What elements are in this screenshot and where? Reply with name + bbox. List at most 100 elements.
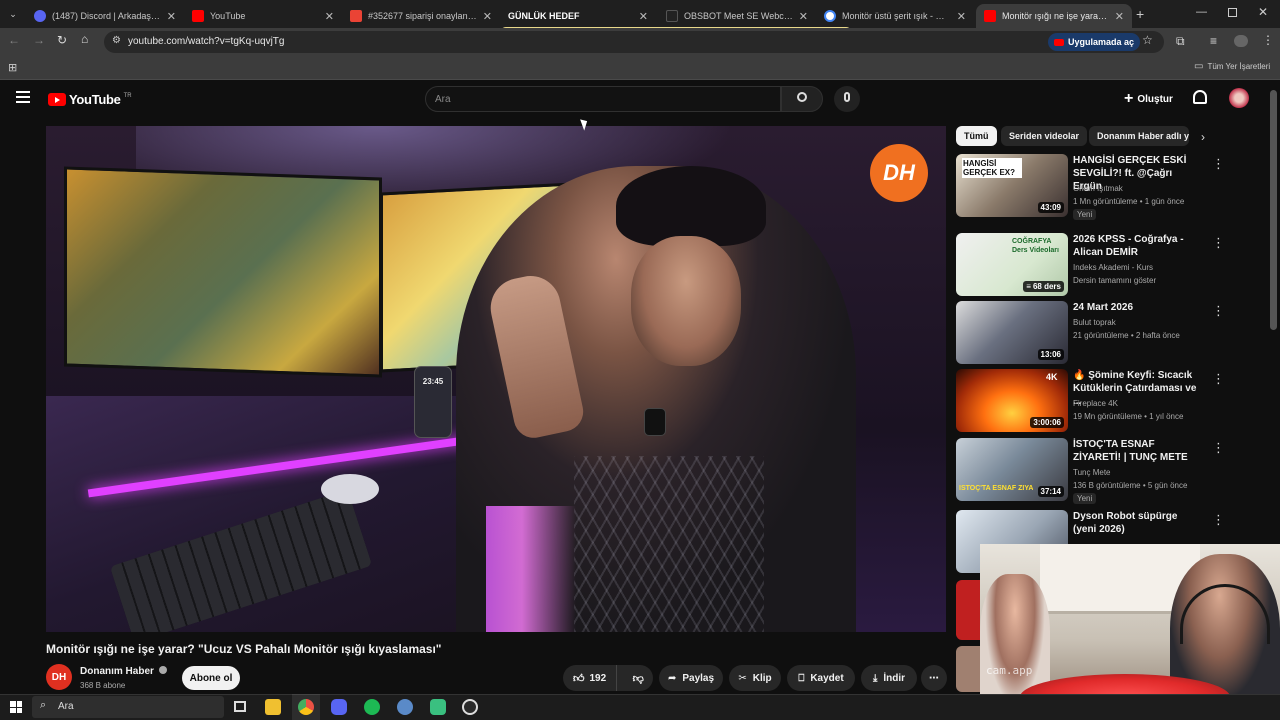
- tab-obsbot[interactable]: OBSBOT Meet SE Webcam ✕: [658, 4, 816, 28]
- restore-button[interactable]: [1228, 8, 1237, 17]
- chip-all[interactable]: Tümü: [956, 126, 997, 146]
- more-actions-button[interactable]: ⋯: [921, 665, 947, 691]
- channel-name-text: Donanım Haber: [80, 666, 154, 677]
- home-icon[interactable]: ⌂: [81, 32, 88, 46]
- clip-label: Klip: [752, 672, 772, 684]
- subscribe-label: Abone ol: [189, 672, 233, 684]
- search-box[interactable]: Ara: [425, 86, 781, 112]
- tab-youtube[interactable]: YouTube ✕: [184, 4, 342, 28]
- tab-google[interactable]: Monitör üstü şerit ışık - Google ✕: [816, 4, 974, 28]
- search-button[interactable]: [781, 86, 823, 112]
- dislike-button[interactable]: 👎︎: [623, 665, 653, 691]
- url-field[interactable]: ⚙ youtube.com/watch?v=tgKq-uqvjTg Uygula…: [104, 31, 1164, 53]
- tab-goal[interactable]: GÜNLÜK HEDEF ✕: [500, 4, 656, 28]
- save-button[interactable]: ⎕ Kaydet: [787, 665, 855, 691]
- channel-avatar[interactable]: DH: [46, 664, 72, 690]
- task-view-icon[interactable]: [234, 701, 246, 712]
- more-vertical-icon[interactable]: ⋮: [1212, 440, 1225, 456]
- minimize-button[interactable]: —: [1196, 6, 1207, 18]
- tab-close-icon[interactable]: ✕: [639, 10, 648, 23]
- new-tab-button[interactable]: +: [1136, 6, 1144, 22]
- voice-search-button[interactable]: [834, 86, 860, 112]
- tab-label: YouTube: [210, 11, 246, 21]
- video-thumbnail[interactable]: HANGİSİ GERÇEK EX? 43:09: [956, 154, 1068, 217]
- left-monitor: [64, 166, 382, 378]
- clip-button[interactable]: ✂ Klip: [729, 665, 781, 691]
- youtube-icon: [984, 10, 996, 22]
- list-item[interactable]: İSTOÇ'TA ESNAF ZİYARETİ 37:14 İSTOÇ'TA E…: [956, 438, 1256, 504]
- tab-gmail[interactable]: #352677 siparişi onaylandı - m ✕: [342, 4, 500, 28]
- video-meta: 1 Mn görüntüleme • 1 gün önce: [1073, 197, 1185, 206]
- create-button[interactable]: + Oluştur: [1118, 86, 1179, 112]
- tab-search-button[interactable]: ⌄: [6, 7, 20, 21]
- video-thumbnail[interactable]: İSTOÇ'TA ESNAF ZİYARETİ 37:14: [956, 438, 1068, 501]
- chip-series[interactable]: Seriden videolar: [1001, 126, 1088, 146]
- subscribe-button[interactable]: Abone ol: [182, 666, 240, 690]
- youtube-logo[interactable]: YouTube TR: [48, 92, 132, 107]
- file-explorer-icon[interactable]: [265, 699, 281, 715]
- list-item[interactable]: COĞRAFYA Ders Videoları ≡ 68 ders 2026 K…: [956, 233, 1256, 299]
- forward-icon[interactable]: →: [33, 33, 45, 47]
- tab-close-icon[interactable]: ✕: [167, 10, 176, 23]
- reload-icon[interactable]: ↻: [57, 33, 67, 47]
- menu-kebab-icon[interactable]: ⋮: [1262, 33, 1274, 47]
- video-thumbnail[interactable]: COĞRAFYA Ders Videoları ≡ 68 ders: [956, 233, 1068, 296]
- more-vertical-icon[interactable]: ⋮: [1212, 303, 1225, 319]
- shirt-graphic: [574, 456, 764, 632]
- tab-close-icon[interactable]: ✕: [483, 10, 492, 23]
- apps-grid-icon[interactable]: ⊞: [8, 61, 17, 74]
- discord-icon: [34, 10, 46, 22]
- notifications-bell-icon[interactable]: [1193, 90, 1207, 104]
- vpn-icon[interactable]: [397, 699, 413, 715]
- tab-current-video[interactable]: Monitör ışığı ne işe yarar? "Ucu ✕: [976, 4, 1132, 28]
- extensions-icon[interactable]: ⧉: [1176, 34, 1185, 49]
- avatar[interactable]: [1229, 88, 1249, 108]
- windows-start-icon[interactable]: [10, 701, 22, 713]
- youtube-wordmark: YouTube: [69, 92, 121, 107]
- spotify-icon[interactable]: [364, 699, 380, 715]
- channel-avatar-text: DH: [51, 671, 67, 683]
- video-player[interactable]: 23:45 DH: [46, 126, 946, 632]
- all-bookmarks-folder[interactable]: ▭ Tüm Yer İşaretleri: [1194, 61, 1270, 72]
- chip-channel[interactable]: Donanım Haber adlı y: [1089, 126, 1189, 146]
- more-vertical-icon[interactable]: ⋮: [1212, 371, 1225, 387]
- open-in-app-button[interactable]: Uygulamada aç: [1048, 33, 1141, 51]
- video-thumbnail[interactable]: 13:06: [956, 301, 1068, 364]
- tab-label: (1487) Discord | Arkadaşlar: [52, 11, 161, 21]
- discord-icon[interactable]: [331, 699, 347, 715]
- list-item[interactable]: HANGİSİ GERÇEK EX? 43:09 HANGİSİ GERÇEK …: [956, 154, 1256, 220]
- more-vertical-icon[interactable]: ⋮: [1212, 156, 1225, 172]
- back-icon[interactable]: ←: [8, 33, 20, 47]
- phone-clock: 23:45: [422, 377, 444, 386]
- playlist-link[interactable]: Dersin tamamını göster: [1073, 276, 1156, 285]
- site-info-icon[interactable]: ⚙: [112, 35, 121, 46]
- taskbar-search[interactable]: ⌕ Ara: [32, 696, 224, 718]
- tab-discord[interactable]: (1487) Discord | Arkadaşlar ✕: [26, 4, 184, 28]
- page-scrollbar[interactable]: [1270, 90, 1277, 330]
- video-duration: 43:09: [1037, 202, 1064, 213]
- like-count: 192: [589, 672, 607, 684]
- bookmark-star-icon[interactable]: ☆: [1142, 33, 1153, 47]
- media-control-icon[interactable]: ≡: [1210, 34, 1217, 48]
- list-item[interactable]: 13:06 24 Mart 2026 Bulut toprak 21 görün…: [956, 301, 1256, 367]
- more-vertical-icon[interactable]: ⋮: [1212, 235, 1225, 251]
- more-vertical-icon[interactable]: ⋮: [1212, 512, 1225, 528]
- list-item[interactable]: 4K 3:00:06 🔥 Şömine Keyfi: Sıcacık Kütük…: [956, 369, 1256, 435]
- chips-next-icon[interactable]: ›: [1201, 130, 1205, 144]
- hamburger-menu-icon[interactable]: [16, 91, 30, 103]
- presenter-face: [631, 236, 741, 366]
- like-button[interactable]: 👍︎ 192: [563, 665, 618, 691]
- profile-icon[interactable]: [1234, 35, 1248, 47]
- game-app-icon[interactable]: [430, 699, 446, 715]
- close-window-button[interactable]: ✕: [1258, 5, 1268, 19]
- obs-icon[interactable]: [462, 699, 478, 715]
- tab-close-icon[interactable]: ✕: [325, 10, 334, 23]
- thumbs-down-icon: 👎︎: [632, 672, 644, 685]
- tab-close-icon[interactable]: ✕: [957, 10, 966, 23]
- download-button[interactable]: ⤓ İndir: [861, 665, 917, 691]
- tab-close-icon[interactable]: ✕: [799, 10, 808, 23]
- channel-name[interactable]: Donanım Haber: [80, 666, 167, 677]
- video-thumbnail[interactable]: 4K 3:00:06: [956, 369, 1068, 432]
- tab-close-icon[interactable]: ✕: [1115, 10, 1124, 23]
- share-button[interactable]: ➦ Paylaş: [659, 665, 723, 691]
